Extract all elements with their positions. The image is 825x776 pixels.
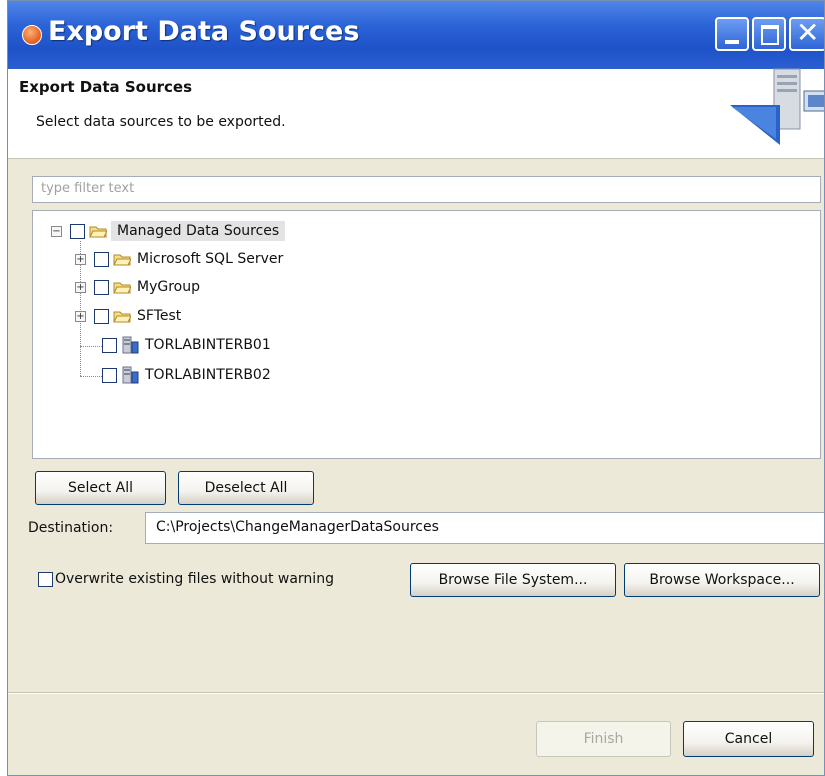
tree-item-sftest[interactable]: + SFTest: [75, 304, 181, 328]
tree-connector: [80, 346, 102, 347]
cancel-button[interactable]: Cancel: [683, 721, 814, 757]
export-server-icon: [730, 68, 824, 145]
expand-icon[interactable]: +: [75, 310, 86, 322]
finish-button[interactable]: Finish: [536, 721, 671, 757]
title-bar[interactable]: Export Data Sources ✕: [8, 1, 824, 69]
maximize-button[interactable]: [752, 17, 786, 51]
tree-checkbox[interactable]: [94, 308, 109, 324]
collapse-icon[interactable]: −: [51, 225, 62, 237]
tree-item-label: SFTest: [137, 308, 182, 324]
tree-checkbox[interactable]: [70, 223, 85, 239]
tree-item-mygroup[interactable]: + MyGroup: [75, 275, 200, 299]
expand-icon[interactable]: +: [75, 281, 86, 293]
expand-icon[interactable]: +: [75, 253, 86, 265]
tree-item-managed-data-sources[interactable]: − Managed Data Sources: [51, 219, 286, 243]
close-button[interactable]: ✕: [789, 16, 824, 51]
deselect-all-button[interactable]: Deselect All: [178, 471, 314, 505]
app-icon: [22, 25, 42, 45]
folder-icon: [113, 282, 131, 293]
minimize-icon: [725, 40, 739, 44]
tree-item-torlabinterb01[interactable]: TORLABINTERB01: [102, 333, 271, 357]
tree-checkbox[interactable]: [102, 367, 117, 383]
window-title: Export Data Sources: [48, 16, 360, 47]
wizard-title: Export Data Sources: [19, 78, 193, 96]
select-all-button[interactable]: Select All: [35, 471, 166, 505]
footer-divider: [8, 692, 824, 694]
tree-item-label: Microsoft SQL Server: [137, 251, 284, 267]
overwrite-checkbox[interactable]: [38, 572, 53, 587]
tree-item-label: TORLABINTERB02: [145, 367, 271, 383]
tree-checkbox[interactable]: [94, 279, 109, 295]
server-icon: [122, 366, 139, 384]
tree-item-label: Managed Data Sources: [111, 221, 286, 241]
destination-label: Destination:: [28, 520, 114, 536]
tree-item-label: TORLABINTERB01: [145, 337, 271, 353]
browse-file-system-button[interactable]: Browse File System...: [410, 563, 616, 597]
tree-item-microsoft-sql-server[interactable]: + Microsoft SQL Server: [75, 247, 283, 271]
destination-input[interactable]: C:\Projects\ChangeManagerDataSources: [145, 512, 824, 544]
tree-item-torlabinterb02[interactable]: TORLABINTERB02: [102, 363, 271, 387]
tree-checkbox[interactable]: [102, 337, 117, 353]
browse-workspace-button[interactable]: Browse Workspace...: [624, 563, 820, 597]
folder-icon: [113, 311, 131, 322]
close-icon: ✕: [796, 16, 820, 49]
wizard-header: Export Data Sources Select data sources …: [8, 68, 824, 159]
minimize-button[interactable]: [715, 17, 749, 51]
maximize-icon: [761, 25, 779, 45]
tree-connector: [80, 376, 102, 377]
wizard-description: Select data sources to be exported.: [36, 114, 286, 130]
server-icon: [122, 336, 139, 354]
overwrite-label: Overwrite existing files without warning: [55, 571, 334, 587]
tree-checkbox[interactable]: [94, 251, 109, 267]
export-dialog-window: Export Data Sources ✕ Export Data Source…: [7, 0, 825, 776]
folder-icon: [89, 226, 107, 237]
tree-item-label: MyGroup: [137, 279, 200, 295]
data-source-tree[interactable]: − Managed Data Sources + Microsoft SQL S…: [32, 210, 821, 459]
folder-icon: [113, 254, 131, 265]
filter-input[interactable]: type filter text: [32, 176, 821, 203]
